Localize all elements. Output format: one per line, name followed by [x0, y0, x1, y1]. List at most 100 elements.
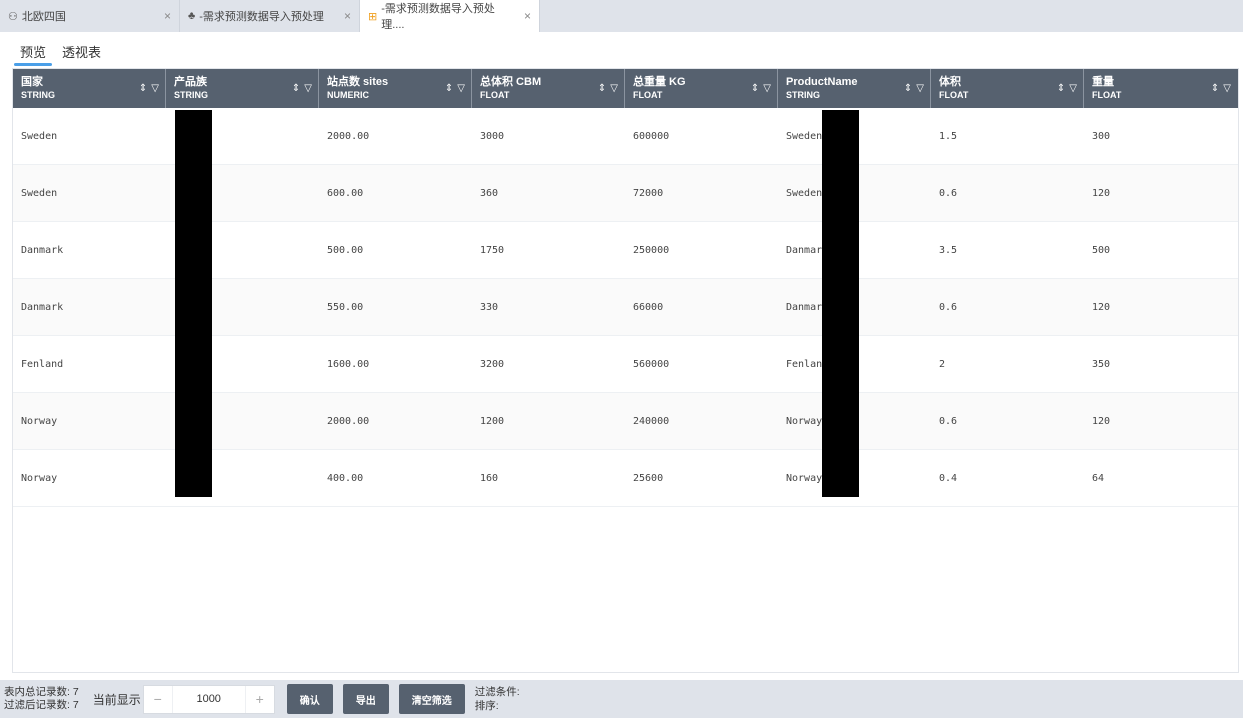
filter-icon[interactable]: ▽ [151, 83, 159, 94]
column-tools: ⇕ ▽ [598, 83, 618, 94]
sort-icon[interactable]: ⇕ [445, 83, 453, 94]
table-cell: 0.6 [939, 301, 958, 313]
column-type: FLOAT [633, 90, 663, 100]
table-cell: 400.00 [327, 472, 364, 484]
table-cell: 500 [1092, 244, 1111, 256]
column-header[interactable]: 总体积 CBM FLOAT ⇕ ▽ [472, 69, 625, 108]
table-cell: Fenland [21, 358, 64, 370]
flow-icon: ♣ [188, 10, 196, 22]
table-cell: 66000 [633, 301, 664, 313]
column-name: 重量 [1092, 76, 1114, 88]
column-header[interactable]: 国家 STRING ⇕ ▽ [13, 69, 166, 108]
table-cell: 120 [1092, 415, 1111, 427]
column-type: FLOAT [1092, 90, 1122, 100]
page-size-input[interactable] [171, 685, 246, 713]
filter-icon[interactable]: ▽ [457, 83, 465, 94]
table-cell: 0.6 [939, 187, 958, 199]
record-counts: 表内总记录数: 7 过滤后记录数: 7 [4, 686, 79, 712]
close-icon[interactable]: × [164, 9, 171, 23]
table-cell: Norway [21, 415, 58, 427]
column-header[interactable]: 体积 FLOAT ⇕ ▽ [931, 69, 1084, 108]
table-cell: 600.00 [327, 187, 364, 199]
table-cell: 0.6 [939, 415, 958, 427]
column-tools: ⇕ ▽ [904, 83, 924, 94]
table-cell: 360 [480, 187, 499, 199]
filter-icon[interactable]: ▽ [304, 83, 312, 94]
sort-icon[interactable]: ⇕ [598, 83, 606, 94]
table-cell: Danmark [21, 244, 64, 256]
tab-preprocess-flow[interactable]: ♣ -需求预测数据导入预处理 × [180, 0, 360, 32]
column-name: 总体积 CBM [480, 76, 542, 88]
column-name: 产品族 [174, 76, 207, 88]
table-cell: 350 [1092, 358, 1111, 370]
table-cell: 2000.00 [327, 415, 370, 427]
filter-icon[interactable]: ▽ [1069, 83, 1077, 94]
clear-filter-button[interactable]: 清空筛选 [398, 684, 465, 714]
filter-icon[interactable]: ▽ [610, 83, 618, 94]
column-name: 站点数 sites [327, 76, 389, 88]
sort-icon[interactable]: ⇕ [1211, 83, 1219, 94]
table-cell: Norway [21, 472, 58, 484]
sort-info: 排序: [474, 700, 499, 712]
table-cell: 3200 [480, 358, 505, 370]
column-name: 总重量 KG [633, 76, 686, 88]
sort-icon[interactable]: ⇕ [292, 83, 300, 94]
column-tools: ⇕ ▽ [139, 83, 159, 94]
table-icon: ⊞ [368, 10, 378, 23]
column-header[interactable]: 总重量 KG FLOAT ⇕ ▽ [625, 69, 778, 108]
sort-icon[interactable]: ⇕ [139, 83, 147, 94]
redaction-bar [822, 110, 859, 497]
column-header[interactable]: 站点数 sites NUMERIC ⇕ ▽ [319, 69, 472, 108]
table-cell: 25600 [633, 472, 664, 484]
table-cell: Danmark [21, 301, 64, 313]
tab-preview[interactable]: 预览 [13, 42, 53, 66]
tab-nordic-countries[interactable]: ⚇ 北欧四国 × [0, 0, 180, 32]
filtered-records: 过滤后记录数: 7 [4, 699, 79, 711]
filter-icon[interactable]: ▽ [916, 83, 924, 94]
table-cell: 120 [1092, 187, 1111, 199]
confirm-button[interactable]: 确认 [286, 684, 333, 714]
table-cell: 1200 [480, 415, 505, 427]
table-cell: 240000 [633, 415, 670, 427]
table-cell: 64 [1092, 472, 1105, 484]
page-size-stepper: − + [142, 684, 275, 714]
close-icon[interactable]: × [524, 9, 531, 23]
table-cell: 2 [939, 358, 946, 370]
tab-label: -需求预测数据导入预处理.... [381, 3, 495, 31]
hierarchy-icon: ⚇ [8, 10, 18, 23]
current-display-label: 当前显示 [92, 692, 141, 707]
table-cell: 1.5 [939, 130, 958, 142]
sort-icon[interactable]: ⇕ [1057, 83, 1065, 94]
table-cell: 3000 [480, 130, 505, 142]
increment-button[interactable]: + [246, 686, 274, 713]
column-type: FLOAT [939, 90, 969, 100]
filter-icon[interactable]: ▽ [763, 83, 771, 94]
decrement-button[interactable]: − [144, 686, 172, 713]
table-header: 国家 STRING ⇕ ▽ 产品族 STRING ⇕ ▽ 站点数 sites NUMERIC ⇕ ▽ 总… [13, 69, 1238, 108]
filter-icon[interactable]: ▽ [1223, 83, 1231, 94]
export-button[interactable]: 导出 [342, 684, 389, 714]
table-cell: 72000 [633, 187, 664, 199]
table-cell: 560000 [633, 358, 670, 370]
table-cell: 2000.00 [327, 130, 370, 142]
sort-icon[interactable]: ⇕ [904, 83, 912, 94]
tab-pivot-table[interactable]: 透视表 [62, 42, 101, 62]
filter-info: 过滤条件: 排序: [475, 685, 520, 713]
table-cell: 0.4 [939, 472, 958, 484]
column-header[interactable]: 重量 FLOAT ⇕ ▽ [1084, 69, 1237, 108]
column-name: 体积 [939, 76, 961, 88]
sort-icon[interactable]: ⇕ [751, 83, 759, 94]
tab-preprocess-table[interactable]: ⊞ -需求预测数据导入预处理.... × [360, 0, 540, 32]
column-type: STRING [786, 90, 821, 100]
table-cell: Sweden [21, 187, 58, 199]
tab-bar: ⚇ 北欧四国 × ♣ -需求预测数据导入预处理 × ⊞ -需求预测数据导入预处理… [0, 0, 1243, 32]
table-cell: 120 [1092, 301, 1111, 313]
table-cell: 160 [480, 472, 499, 484]
tab-label: -需求预测数据导入预处理 [199, 11, 324, 23]
close-icon[interactable]: × [344, 9, 351, 23]
column-header[interactable]: 产品族 STRING ⇕ ▽ [166, 69, 319, 108]
column-header[interactable]: ProductName STRING ⇕ ▽ [778, 69, 931, 108]
table-cell: 600000 [633, 130, 670, 142]
total-records: 表内总记录数: 7 [4, 686, 79, 698]
column-name: ProductName [786, 76, 858, 88]
